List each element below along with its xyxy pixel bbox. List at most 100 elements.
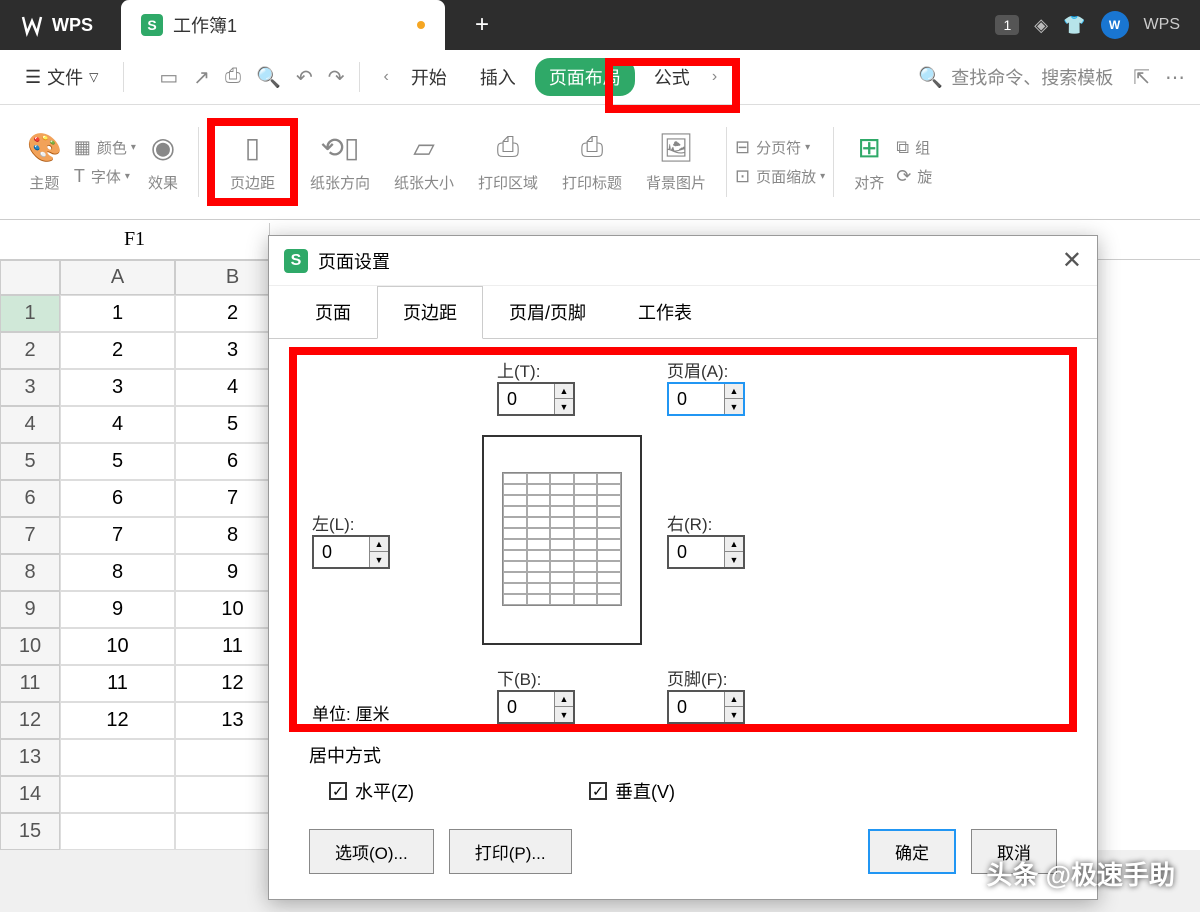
down-icon[interactable]: ▼ [725,707,743,722]
cell[interactable]: 10 [60,628,175,665]
select-all-corner[interactable] [0,260,60,295]
row-header[interactable]: 7 [0,517,60,554]
down-icon[interactable]: ▼ [555,399,573,414]
cell[interactable]: 6 [60,480,175,517]
down-icon[interactable]: ▼ [725,552,743,567]
cell[interactable]: 1 [60,295,175,332]
tab-worksheet[interactable]: 工作表 [612,286,718,338]
row-header[interactable]: 10 [0,628,60,665]
cell[interactable]: 11 [60,665,175,702]
print-button[interactable]: 打印(P)... [449,829,572,874]
footer-input[interactable] [669,692,724,722]
notification-badge[interactable]: 1 [995,15,1019,35]
row-header[interactable]: 5 [0,443,60,480]
left-spinner[interactable]: ▲▼ [312,535,390,569]
cell[interactable] [60,776,175,813]
cell-reference[interactable]: F1 [0,223,270,256]
background-button[interactable]: 🖼 背景图片 [646,131,706,193]
fonts-button[interactable]: T字体▾ [74,166,136,187]
group-button[interactable]: ⧉组 [896,137,932,158]
row-header[interactable]: 12 [0,702,60,739]
ok-button[interactable]: 确定 [868,829,956,874]
cell[interactable]: 4 [60,406,175,443]
flame-icon[interactable]: ◈ [1034,15,1048,36]
cell[interactable]: 5 [60,443,175,480]
up-icon[interactable]: ▲ [725,692,743,707]
row-header[interactable]: 4 [0,406,60,443]
horizontal-checkbox[interactable]: ✓水平(Z) [329,778,414,804]
row-header[interactable]: 1 [0,295,60,332]
cell[interactable] [60,813,175,850]
down-icon[interactable]: ▼ [725,399,743,414]
cell[interactable]: 3 [60,369,175,406]
row-header[interactable]: 11 [0,665,60,702]
cell[interactable]: 2 [60,332,175,369]
right-spinner[interactable]: ▲▼ [667,535,745,569]
up-icon[interactable]: ▲ [725,384,743,399]
row-header[interactable]: 14 [0,776,60,813]
left-input[interactable] [314,537,369,567]
more-icon[interactable]: ⋯ [1165,65,1185,90]
tab-insert[interactable]: 插入 [466,58,530,96]
file-menu[interactable]: ☰ 文件 ▽ [15,64,108,90]
footer-spinner[interactable]: ▲▼ [667,690,745,724]
down-icon[interactable]: ▼ [555,707,573,722]
tab-start[interactable]: 开始 [397,58,461,96]
close-button[interactable]: ✕ [1062,246,1082,275]
undo-icon[interactable]: ↶ [296,65,313,90]
cell[interactable]: 12 [60,702,175,739]
cell[interactable]: 7 [60,517,175,554]
cell[interactable] [60,739,175,776]
align-button[interactable]: ⊞ 对齐 [854,131,884,193]
tab-page[interactable]: 页面 [289,286,377,338]
nav-left-icon[interactable]: ‹ [375,68,396,86]
colors-button[interactable]: ▦颜色▾ [74,137,136,158]
print-area-button[interactable]: ⎙ 打印区域 [478,131,538,193]
up-icon[interactable]: ▲ [725,537,743,552]
preview-icon[interactable]: 🔍 [256,65,281,90]
options-button[interactable]: 选项(O)... [309,829,434,874]
right-input[interactable] [669,537,724,567]
rotate-button[interactable]: ⟳旋 [896,166,932,187]
cell[interactable]: 8 [60,554,175,591]
tab-margins[interactable]: 页边距 [377,286,483,339]
open-icon[interactable]: ▭ [159,65,178,90]
cell[interactable]: 9 [60,591,175,628]
theme-button[interactable]: 🎨 主题 [27,131,62,193]
row-header[interactable]: 2 [0,332,60,369]
top-input[interactable] [499,384,554,414]
top-spinner[interactable]: ▲▼ [497,382,575,416]
tab-header-footer[interactable]: 页眉/页脚 [483,286,612,338]
row-header[interactable]: 3 [0,369,60,406]
breaks-button[interactable]: ⊟分页符▾ [735,137,825,158]
print-icon[interactable]: ⎙ [225,65,241,90]
bottom-spinner[interactable]: ▲▼ [497,690,575,724]
redo-icon[interactable]: ↷ [328,65,345,90]
print-titles-button[interactable]: ⎙ 打印标题 [562,131,622,193]
shirt-icon[interactable]: 👕 [1063,15,1085,36]
size-button[interactable]: ▱ 纸张大小 [394,131,454,193]
margins-button[interactable]: ▯ 页边距 [230,131,275,193]
scale-button[interactable]: ⊡页面缩放▾ [735,166,825,187]
share-icon[interactable]: ⇱ [1133,65,1150,90]
up-icon[interactable]: ▲ [555,692,573,707]
orientation-button[interactable]: ⟲▯ 纸张方向 [310,131,370,193]
row-header[interactable]: 15 [0,813,60,850]
up-icon[interactable]: ▲ [555,384,573,399]
document-tab[interactable]: S 工作簿1 [121,0,445,50]
row-header[interactable]: 9 [0,591,60,628]
save-icon[interactable]: ↗ [193,65,210,90]
col-header-a[interactable]: A [60,260,175,295]
effects-button[interactable]: ◉ 效果 [148,131,178,193]
search-box[interactable]: 🔍 查找命令、搜索模板 [918,64,1113,90]
row-header[interactable]: 6 [0,480,60,517]
add-tab-button[interactable]: + [475,11,489,39]
header-spinner[interactable]: ▲▼ [667,382,745,416]
bottom-input[interactable] [499,692,554,722]
down-icon[interactable]: ▼ [370,552,388,567]
vertical-checkbox[interactable]: ✓垂直(V) [589,778,675,804]
wps-account-icon[interactable]: W [1101,11,1129,39]
row-header[interactable]: 8 [0,554,60,591]
row-header[interactable]: 13 [0,739,60,776]
header-input[interactable] [669,384,724,414]
